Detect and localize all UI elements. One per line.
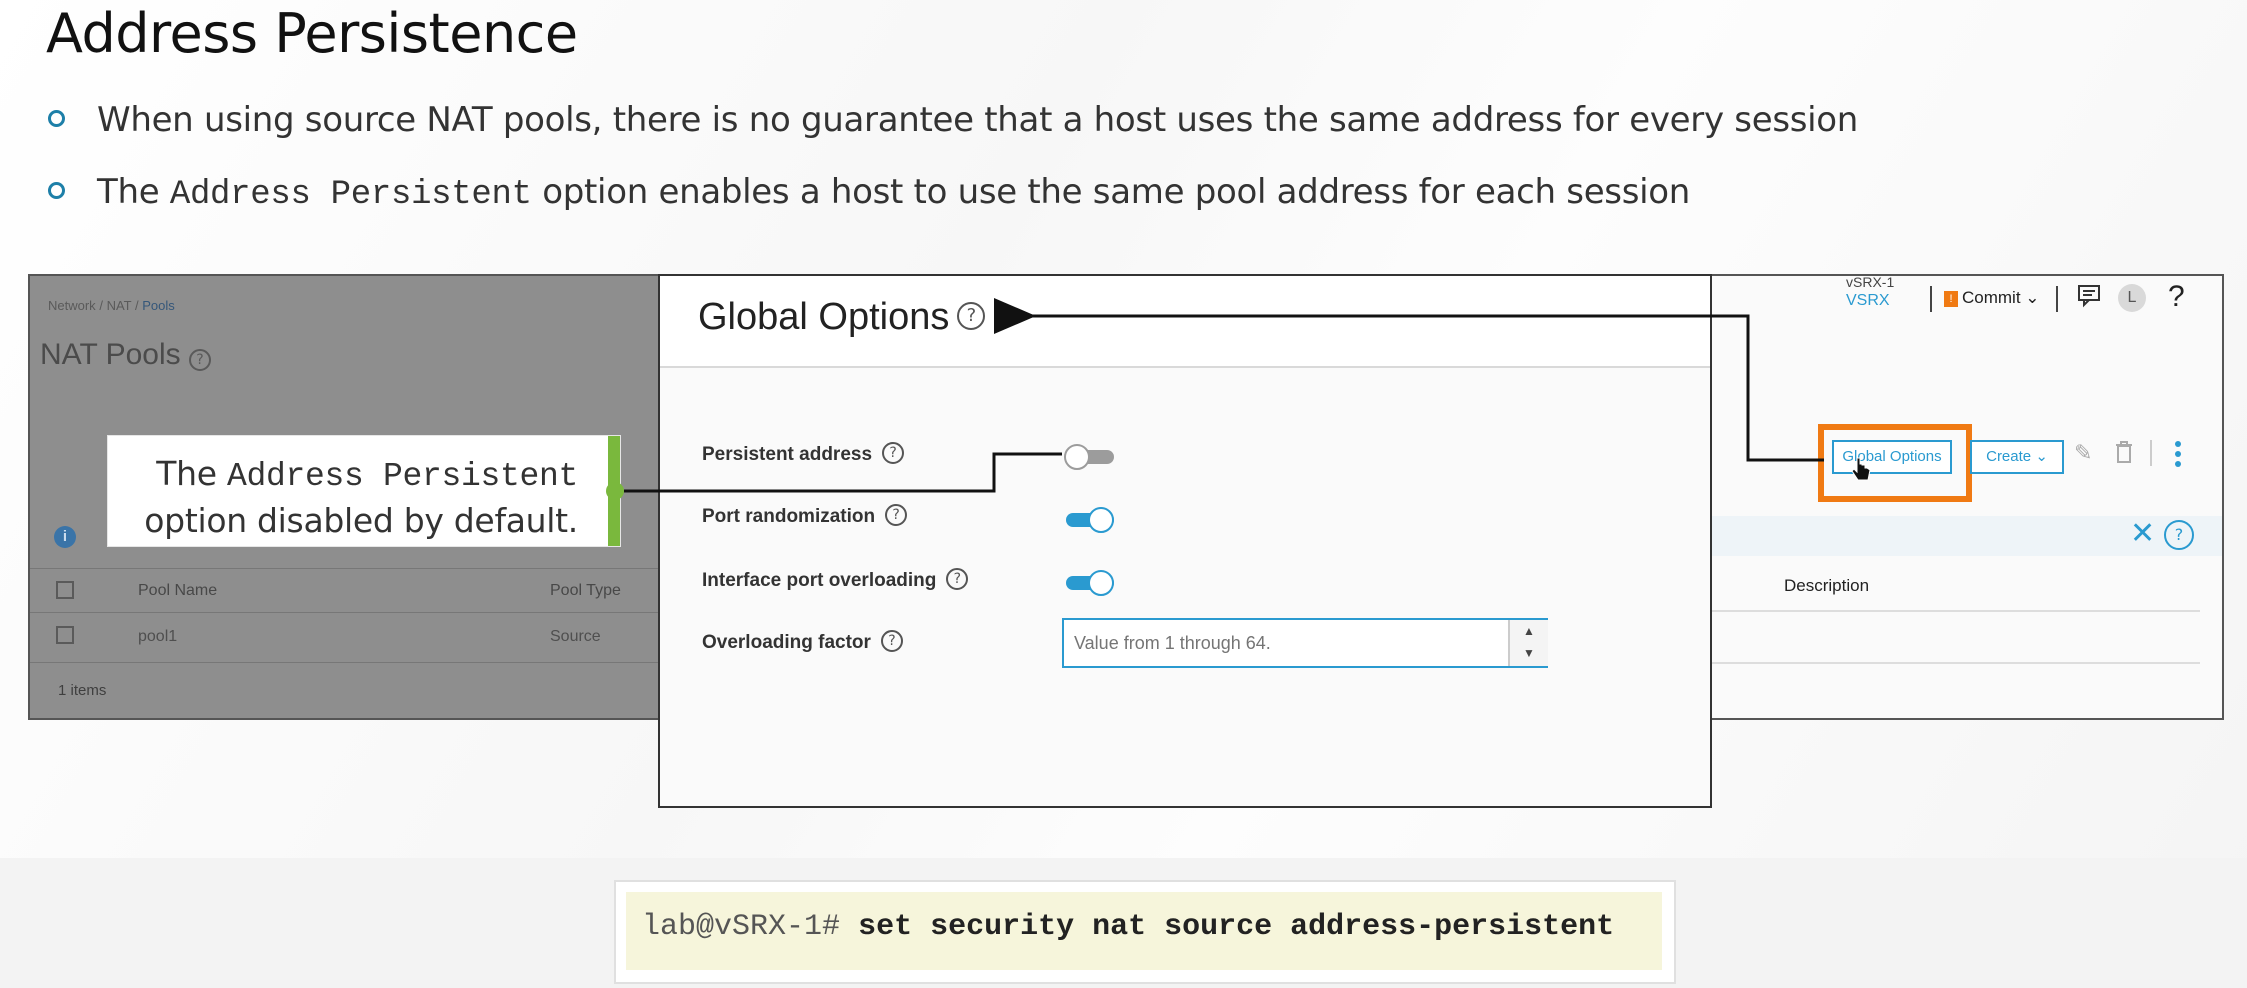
help-icon[interactable]: ? [2164,520,2194,550]
cli-code-background: lab@vSRX-1# set security nat source addr… [626,892,1662,970]
row-pool-type: Source [550,628,601,645]
bullet-dot-icon [48,182,65,199]
help-icon[interactable]: ? [882,442,905,464]
edit-icon[interactable]: ✎ [2074,440,2092,466]
highlight-box [1818,424,1972,502]
bullet-2-post: option enables a host to use the same po… [531,172,1691,212]
interface-port-overloading-label: Interface port overloading? [702,568,969,592]
persistent-address-toggle[interactable] [1064,444,1116,470]
chevron-down-icon: ⌄ [2025,288,2040,307]
breadcrumb: Network / NAT / Pools [48,298,175,313]
stepper-up-icon[interactable]: ▲ [1510,620,1548,642]
close-icon[interactable]: ✕ [2130,516,2155,551]
dialog-title: Global Options? [698,296,986,339]
column-header-pool-type[interactable]: Pool Type [550,582,621,600]
callout-box: The Address Persistent option disabled b… [108,436,620,546]
help-icon[interactable]: ? [885,504,908,526]
breadcrumb-nat[interactable]: NAT [107,298,132,313]
bullet-1-text: When using source NAT pools, there is no… [97,100,1859,140]
interface-port-overloading-toggle[interactable] [1064,570,1116,596]
help-icon[interactable]: ? [188,349,211,371]
help-icon[interactable]: ? [946,568,969,590]
table-divider [30,612,662,613]
breadcrumb-network[interactable]: Network [48,298,96,313]
info-icon[interactable]: i [54,526,76,548]
table-divider [1682,662,2200,664]
bullet-2-pre: The [97,172,170,212]
chat-icon[interactable] [2076,282,2102,314]
select-all-checkbox[interactable] [56,581,74,599]
number-stepper[interactable]: ▲ ▼ [1508,620,1548,666]
more-options-icon[interactable] [2174,440,2182,473]
header-separator [1930,286,1932,312]
row-pool-name[interactable]: pool1 [138,628,177,646]
chevron-down-icon: ⌄ [2035,448,2048,465]
table-divider [30,568,662,569]
slide-title: Address Persistence [46,2,578,65]
bullet-dot-icon [48,110,65,127]
toolbar-separator [2150,440,2152,466]
row-checkbox[interactable] [56,626,74,644]
device-type-label[interactable]: VSRX [1846,292,1890,310]
bullet-2-code: Address Persistent [169,176,532,214]
bullet-1: When using source NAT pools, there is no… [48,100,1858,140]
port-randomization-label: Port randomization? [702,504,908,528]
avatar[interactable]: L [2118,284,2146,312]
callout-anchor-dot [606,482,624,500]
page-title: NAT Pools ? [40,338,211,372]
persistent-address-label: Persistent address? [702,442,905,466]
column-header-description[interactable]: Description [1784,576,1869,596]
cli-code-box: lab@vSRX-1# set security nat source addr… [614,880,1676,984]
commit-button[interactable]: ! Commit ⌄ [1944,288,2040,308]
table-divider [30,662,662,663]
help-icon[interactable]: ? [2168,280,2185,314]
cli-command-text: set security nat source address-persiste… [858,910,1615,944]
commit-badge-icon: ! [1944,290,1958,307]
stepper-down-icon[interactable]: ▼ [1510,642,1548,664]
help-icon[interactable]: ? [957,301,986,330]
item-count: 1 items [58,682,107,699]
cursor-hand-icon [1851,456,1873,489]
column-header-pool-name[interactable]: Pool Name [138,582,217,600]
cli-command: lab@vSRX-1# set security nat source addr… [642,910,1614,944]
callout-text: The Address Persistent option disabled b… [144,454,578,540]
overloading-factor-input[interactable] [1062,618,1548,668]
port-randomization-toggle[interactable] [1064,507,1116,533]
breadcrumb-pools: Pools [142,298,175,313]
create-button[interactable]: Create ⌄ [1970,440,2064,474]
bullet-2: The Address Persistent option enables a … [48,172,1690,214]
overloading-factor-label: Overloading factor? [702,630,903,654]
cli-prompt: lab@vSRX-1# [642,910,841,944]
delete-icon[interactable] [2114,440,2134,470]
global-options-dialog: Global Options? Persistent address? Port… [658,274,1712,808]
device-name-label: vSRX-1 [1846,274,1895,290]
table-divider [1682,610,2200,612]
header-separator [2056,286,2058,312]
help-icon[interactable]: ? [880,630,903,652]
